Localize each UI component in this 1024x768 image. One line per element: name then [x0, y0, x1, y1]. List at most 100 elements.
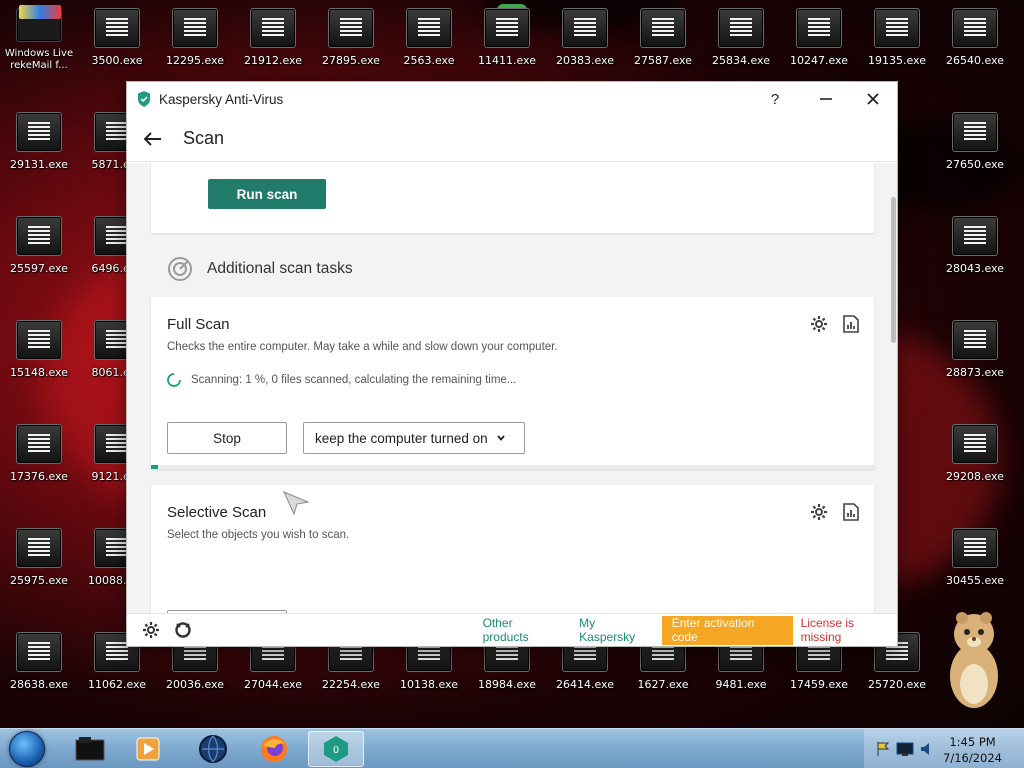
file-lines-icon — [574, 18, 596, 38]
desktop-icon[interactable]: 29131.exe — [0, 104, 78, 176]
file-lines-icon — [964, 538, 986, 558]
other-products-link[interactable]: Other products — [483, 616, 562, 644]
support-icon[interactable] — [173, 620, 193, 640]
desktop-icon[interactable]: 17376.exe — [0, 416, 78, 488]
help-button[interactable]: ? — [764, 88, 786, 110]
scan-content: Run scan Additional scan tasks Full Scan… — [127, 163, 897, 614]
settings-gear-icon[interactable] — [810, 315, 828, 333]
globe-icon — [199, 735, 227, 763]
desktop-icon[interactable]: 21912.exe — [234, 0, 312, 72]
desktop-icon[interactable]: 3500.exe — [78, 0, 156, 72]
desktop-icon[interactable]: 27587.exe — [624, 0, 702, 72]
clock-date: 7/16/2024 — [943, 751, 1002, 765]
run-scan-button[interactable]: Run scan — [208, 179, 326, 209]
desktop-icon[interactable]: 2563.exe — [390, 0, 468, 72]
exe-file-icon — [952, 112, 998, 152]
desktop-icon[interactable]: 10247.exe — [780, 0, 858, 72]
scan-radar-icon — [168, 257, 192, 281]
desktop-icon[interactable]: 25834.exe — [702, 0, 780, 72]
selective-scan-title: Selective Scan — [167, 504, 267, 521]
taskbar-item-globe[interactable] — [185, 731, 241, 767]
desktop-icon[interactable]: 30455.exe — [936, 520, 1014, 592]
desktop-icon[interactable]: 28873.exe — [936, 312, 1014, 384]
my-kaspersky-link[interactable]: My Kaspersky — [579, 616, 654, 644]
start-button[interactable] — [4, 729, 50, 768]
exe-file-icon — [250, 8, 296, 48]
stop-button[interactable]: Stop — [167, 422, 287, 454]
desktop-icon[interactable]: 27650.exe — [936, 104, 1014, 176]
scrollbar-thumb[interactable] — [891, 197, 896, 343]
desktop-icon-label: 21912.exe — [243, 54, 302, 67]
clock[interactable]: 1:45 PM 7/16/2024 — [943, 734, 1002, 766]
desktop-icon[interactable]: 28638.exe — [0, 624, 78, 696]
selective-scan-card: Selective Scan Select the objects you wi… — [151, 485, 874, 614]
file-lines-icon — [340, 18, 362, 38]
desktop-icon[interactable]: 25975.exe — [0, 520, 78, 592]
desktop-icon[interactable]: 29208.exe — [936, 416, 1014, 488]
minimize-button[interactable] — [815, 88, 837, 110]
taskbar-item-kaspersky[interactable]: 0 — [308, 731, 364, 767]
file-lines-icon — [28, 122, 50, 142]
vertical-scrollbar[interactable] — [889, 163, 897, 614]
desktop-icon[interactable]: 19135.exe — [858, 0, 936, 72]
folder-icon — [75, 737, 105, 761]
report-icon[interactable] — [842, 315, 860, 333]
desktop-icon[interactable]: 25597.exe — [0, 208, 78, 280]
desktop-icon-label: 27587.exe — [633, 54, 692, 67]
desktop-icon[interactable]: 11411.exe — [468, 0, 546, 72]
kaspersky-app-icon: 0 — [324, 736, 348, 762]
desktop-icon-label: 25597.exe — [9, 262, 68, 275]
report-icon[interactable] — [842, 503, 860, 521]
hamster-gadget — [942, 606, 1006, 710]
close-button[interactable] — [862, 88, 884, 110]
desktop-icon-label: 28043.exe — [945, 262, 1004, 275]
selective-scan-actions — [810, 503, 860, 521]
full-scan-description: Checks the entire computer. May take a w… — [167, 341, 558, 353]
firefox-icon — [261, 736, 287, 762]
desktop-icon[interactable]: Windows Live rekeMail f... — [0, 0, 78, 72]
exe-file-icon — [16, 216, 62, 256]
settings-gear-icon[interactable] — [141, 620, 161, 640]
window-footer: Other products My Kaspersky Enter activa… — [127, 613, 897, 646]
quick-scan-card: Run scan — [151, 163, 874, 233]
network-icon[interactable] — [896, 741, 914, 757]
system-tray: 1:45 PM 7/16/2024 — [864, 729, 1024, 768]
kaspersky-window: Kaspersky Anti-Virus ? Scan Run scan Add… — [126, 81, 898, 647]
flag-icon[interactable] — [876, 741, 890, 757]
taskbar-item-media-player[interactable] — [120, 731, 176, 767]
desktop-icon-label: 3500.exe — [91, 54, 143, 67]
file-lines-icon — [106, 330, 128, 350]
back-arrow-icon — [144, 131, 161, 146]
desktop-icon-label: 25975.exe — [9, 574, 68, 587]
desktop-icon[interactable]: 26540.exe — [936, 0, 1014, 72]
power-option-dropdown[interactable]: keep the computer turned on — [303, 422, 525, 454]
file-lines-icon — [964, 434, 986, 454]
enter-activation-code-button[interactable]: Enter activation code — [661, 615, 793, 645]
file-lines-icon — [28, 226, 50, 246]
desktop-icon[interactable]: 28043.exe — [936, 208, 1014, 280]
desktop-icon-label: 12295.exe — [165, 54, 224, 67]
desktop-icon-label: 1627.exe — [637, 678, 689, 691]
desktop-icon[interactable]: 12295.exe — [156, 0, 234, 72]
taskbar-item-explorer[interactable] — [62, 731, 118, 767]
minimize-icon — [820, 98, 832, 100]
license-missing-link[interactable]: License is missing — [801, 616, 897, 644]
desktop-icon[interactable]: 15148.exe — [0, 312, 78, 384]
file-lines-icon — [730, 18, 752, 38]
exe-file-icon — [952, 8, 998, 48]
exe-file-icon — [328, 8, 374, 48]
file-lines-icon — [28, 642, 50, 662]
desktop-icon[interactable]: 27895.exe — [312, 0, 390, 72]
desktop-icon-label: 25834.exe — [711, 54, 770, 67]
taskbar-item-firefox[interactable] — [246, 731, 302, 767]
desktop-icon-label: 17459.exe — [789, 678, 848, 691]
exe-file-icon — [16, 632, 62, 672]
desktop-icon-label: 30455.exe — [945, 574, 1004, 587]
desktop-icon-label: 15148.exe — [9, 366, 68, 379]
settings-gear-icon[interactable] — [810, 503, 828, 521]
back-button[interactable] — [141, 127, 165, 151]
desktop-icon[interactable]: 20383.exe — [546, 0, 624, 72]
scan-progress-fill — [151, 465, 159, 469]
kaspersky-shield-icon — [138, 91, 150, 107]
volume-icon[interactable] — [920, 741, 934, 757]
